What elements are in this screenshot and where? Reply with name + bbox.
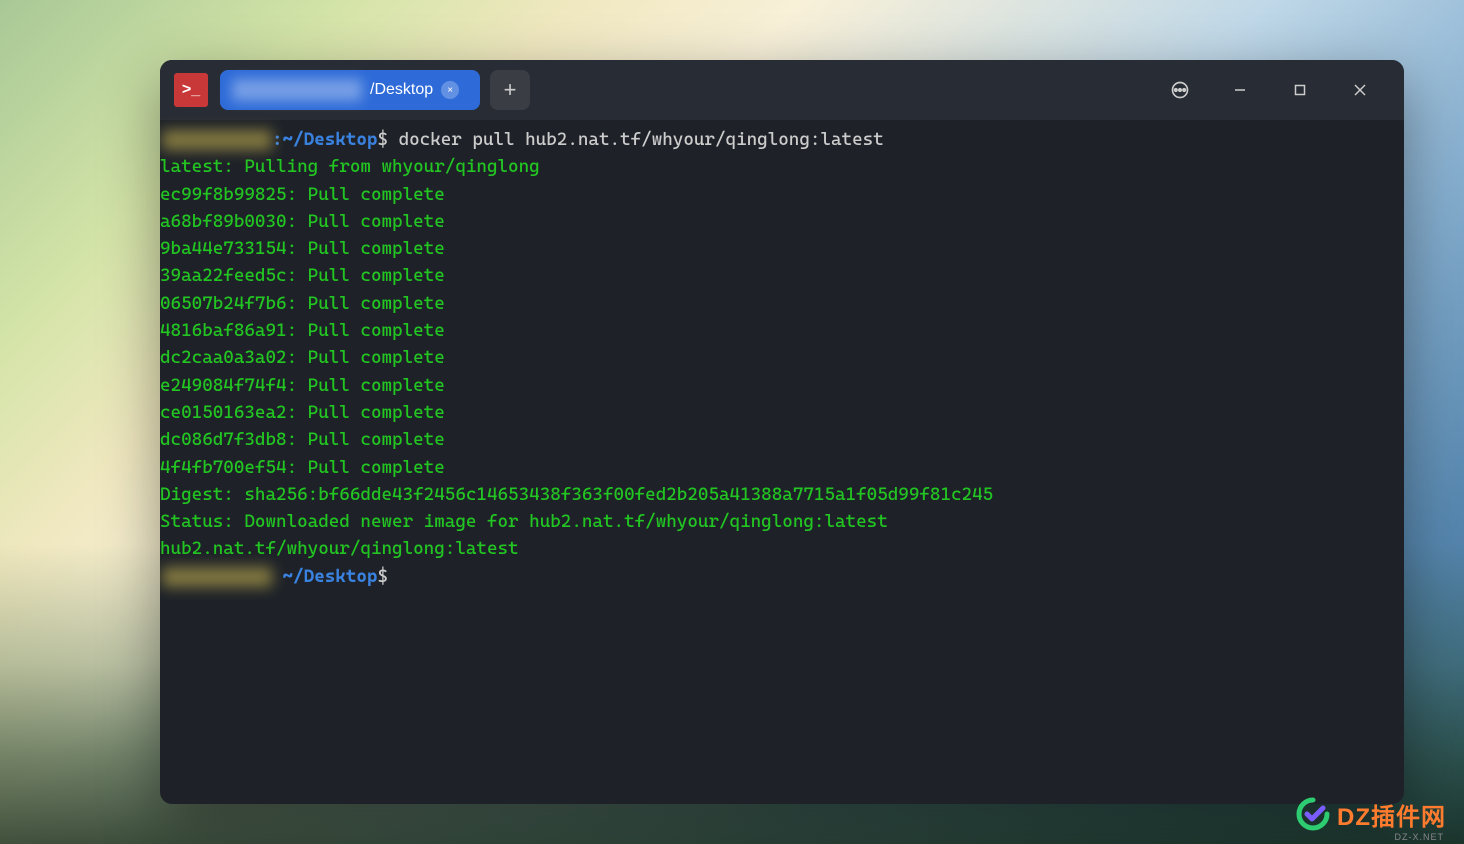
terminal-window: >_ /Desktop × +: [160, 60, 1404, 804]
user-redacted: [162, 567, 272, 587]
output-line: ec99f8b99825: Pull complete: [160, 181, 1404, 208]
settings-button[interactable]: [1150, 60, 1210, 120]
output-line: Digest: sha256:bf66dde43f2456c14653438f3…: [160, 481, 1404, 508]
watermark: DZ插件网: [1295, 796, 1446, 832]
prompt-dollar: $: [377, 129, 388, 150]
prompt-path: :~/Desktop: [272, 129, 377, 150]
output-line: dc086d7f3db8: Pull complete: [160, 426, 1404, 453]
tab-close-button[interactable]: ×: [441, 81, 459, 99]
close-button[interactable]: [1330, 60, 1390, 120]
output-line: latest: Pulling from whyour/qinglong: [160, 153, 1404, 180]
output-line: ce0150163ea2: Pull complete: [160, 399, 1404, 426]
tab-title: /Desktop: [370, 81, 433, 99]
watermark-text: DZ插件网: [1337, 797, 1446, 832]
maximize-icon: [1294, 84, 1306, 96]
output-line: 4816baf86a91: Pull complete: [160, 317, 1404, 344]
prompt-line-1: :~/Desktop$ docker pull hub2.nat.tf/whyo…: [160, 126, 1404, 153]
terminal-app-icon: >_: [174, 73, 208, 107]
terminal-body[interactable]: :~/Desktop$ docker pull hub2.nat.tf/whyo…: [160, 120, 1404, 590]
watermark-logo-icon: [1295, 796, 1331, 832]
output-line: 4f4fb700ef54: Pull complete: [160, 454, 1404, 481]
plus-icon: +: [504, 77, 517, 103]
prompt-line-2: ~/Desktop$: [160, 563, 1404, 590]
output-line: a68bf89b0030: Pull complete: [160, 208, 1404, 235]
user-redacted: [162, 130, 272, 150]
close-icon: [1354, 84, 1366, 96]
output-line: Status: Downloaded newer image for hub2.…: [160, 508, 1404, 535]
command-text: docker pull hub2.nat.tf/whyour/qinglong:…: [388, 129, 884, 150]
watermark-subtext: DZ-X.NET: [1395, 832, 1445, 842]
close-icon: ×: [447, 85, 453, 96]
new-tab-button[interactable]: +: [490, 70, 530, 110]
output-line: 39aa22feed5c: Pull complete: [160, 262, 1404, 289]
app-icon-glyph: >_: [182, 81, 200, 99]
tab-user-redacted: [232, 79, 362, 101]
output-line: 9ba44e733154: Pull complete: [160, 235, 1404, 262]
prompt-dollar: $: [377, 566, 388, 587]
settings-icon: [1170, 80, 1190, 100]
maximize-button[interactable]: [1270, 60, 1330, 120]
titlebar: >_ /Desktop × +: [160, 60, 1404, 120]
output-line: e249084f74f4: Pull complete: [160, 372, 1404, 399]
tab-bar: /Desktop × +: [220, 70, 1138, 110]
output-line: hub2.nat.tf/whyour/qinglong:latest: [160, 535, 1404, 562]
output-line: 06507b24f7b6: Pull complete: [160, 290, 1404, 317]
window-controls: [1150, 60, 1390, 120]
minimize-button[interactable]: [1210, 60, 1270, 120]
prompt-path: ~/Desktop: [272, 566, 377, 587]
output-line: dc2caa0a3a02: Pull complete: [160, 344, 1404, 371]
tab-active[interactable]: /Desktop ×: [220, 70, 480, 110]
minimize-icon: [1234, 84, 1246, 96]
